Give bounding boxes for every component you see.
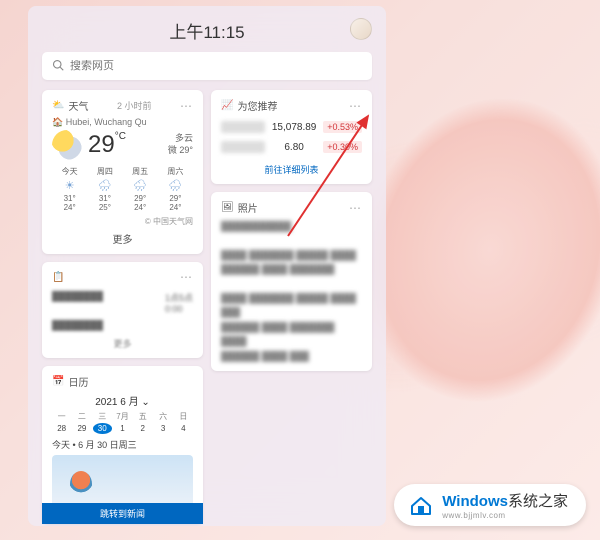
stocks-more-icon[interactable]: ⋯ — [349, 99, 362, 113]
search-icon — [52, 59, 64, 74]
watermark-text: Windows系统之家 — [442, 490, 568, 511]
weather-updated: 2 小时前 — [117, 99, 152, 112]
stock-row[interactable]: 15,078.89 +0.53% — [221, 117, 362, 137]
widgets-panel: 上午11:15 ⛅ 天气 2 小时前 ⋯ 🏠 Hubei, Wuchang Qu — [28, 6, 386, 526]
todo-item: ████████ — [52, 317, 193, 333]
todo-card[interactable]: 📋 ⋯ ████████1点5点0:00 ████████ 更多 — [42, 262, 203, 358]
stocks-card[interactable]: 📈 为您推荐 ⋯ 15,078.89 +0.53% 6.80 +0.30% 前往详… — [211, 90, 372, 184]
weather-card[interactable]: ⛅ 天气 2 小时前 ⋯ 🏠 Hubei, Wuchang Qu 29°C 多云… — [42, 90, 203, 254]
watermark-logo-icon — [408, 492, 434, 518]
weather-icon-small: ⛅ — [52, 100, 64, 111]
weather-condition-icon — [52, 130, 82, 160]
weather-card-title: 天气 — [68, 98, 88, 113]
calendar-card[interactable]: 📅 日历 2021 6 月 ⌄ 一 二 三 7月 五 六 日 28 29 30 1… — [42, 366, 203, 524]
calendar-month: 2021 6 月 — [95, 397, 138, 408]
stocks-icon: 📈 — [221, 100, 233, 111]
balloon-icon — [70, 471, 92, 497]
todo-item: ████████1点5点0:00 — [52, 288, 193, 317]
chevron-down-icon[interactable]: ⌄ — [141, 397, 149, 408]
stocks-title: 为您推荐 — [237, 98, 277, 113]
calendar-grid: 一 二 三 7月 五 六 日 28 29 30 1 2 3 4 — [52, 411, 193, 434]
weather-location: Hubei, Wuchang Qu — [66, 117, 147, 127]
todo-more-icon[interactable]: ⋯ — [180, 270, 193, 284]
todo-footer[interactable]: 更多 — [52, 337, 193, 350]
weather-more-icon[interactable]: ⋯ — [180, 99, 193, 113]
time-title: 上午11:15 — [169, 18, 244, 43]
weather-source: © 中国天气网 — [52, 216, 193, 227]
weather-forecast: 今天☀31°24° 周四🌧31°25° 周五🌧29°24° 周六🌧29°24° — [52, 166, 193, 212]
photos-card[interactable]: 🖼 照片 ⋯ ███████████ ████ ███████ █████ ███… — [211, 192, 372, 371]
site-watermark: Windows系统之家 www.bjjmlv.com — [394, 484, 586, 526]
stock-row[interactable]: 6.80 +0.30% — [221, 137, 362, 157]
watermark-url: www.bjjmlv.com — [442, 511, 568, 520]
weather-more-link[interactable]: 更多 — [52, 231, 193, 246]
panel-header: 上午11:15 — [42, 16, 372, 44]
photos-title: 照片 — [238, 200, 258, 215]
weather-temp: 29 — [88, 131, 115, 158]
calendar-icon: 📅 — [52, 376, 64, 387]
todo-icon: 📋 — [52, 272, 64, 283]
weather-feels: 微 29° — [168, 145, 193, 157]
photos-icon: 🖼 — [221, 202, 234, 213]
weather-condition: 多云 — [168, 133, 193, 145]
photos-content: ███████████ ████ ███████ █████ ████ ████… — [221, 219, 362, 363]
photos-more-icon[interactable]: ⋯ — [349, 201, 362, 215]
jump-to-news-button[interactable]: 跳转到新闻 — [42, 503, 203, 524]
user-avatar[interactable] — [350, 18, 372, 40]
calendar-illustration — [52, 455, 193, 503]
calendar-today: 今天 • 6 月 30 日周三 — [52, 438, 193, 451]
calendar-title: 日历 — [68, 374, 88, 389]
search-input[interactable] — [70, 60, 362, 72]
stocks-details-link[interactable]: 前往详细列表 — [221, 163, 362, 176]
search-bar[interactable] — [42, 52, 372, 80]
